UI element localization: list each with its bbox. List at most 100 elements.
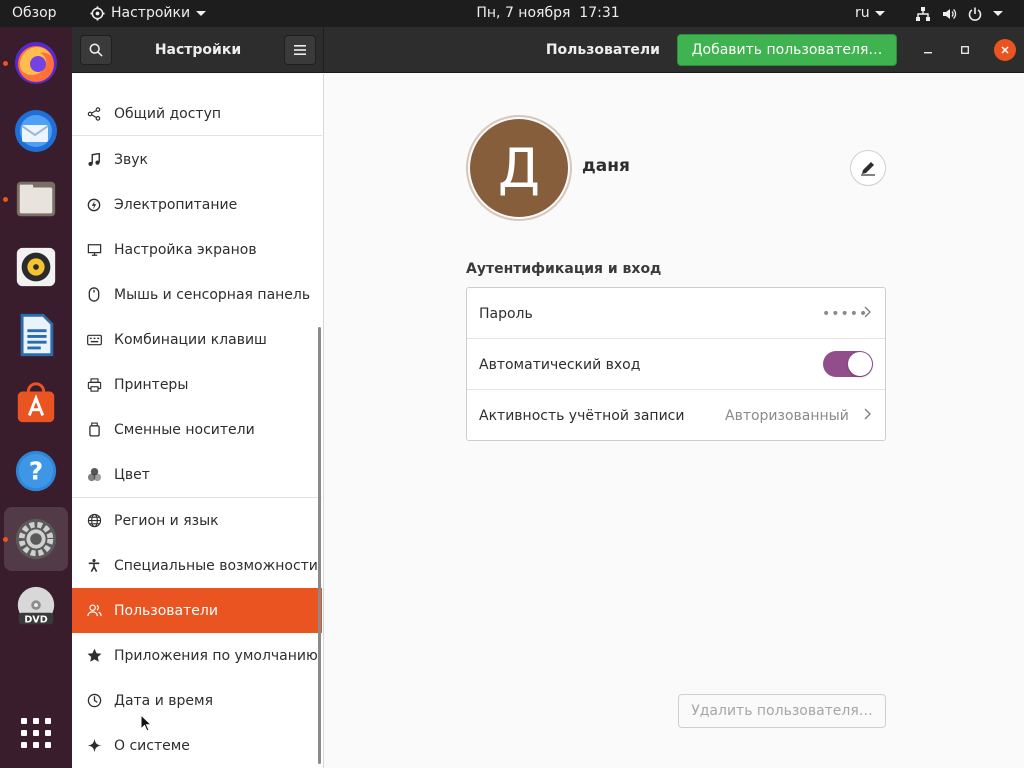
sidebar-item-label: Цвет — [114, 466, 150, 483]
chevron-right-icon — [864, 408, 871, 424]
system-menu[interactable] — [915, 0, 1003, 27]
star-icon — [86, 648, 102, 664]
sidebar-item-power[interactable]: Электропитание — [72, 182, 322, 227]
mouse-pointer-icon — [140, 714, 152, 732]
dock-writer[interactable] — [4, 303, 68, 367]
sidebar-item-color[interactable]: Цвет — [72, 452, 322, 497]
sidebar-item-label: Принтеры — [114, 376, 189, 393]
account-activity-row[interactable]: Активность учётной записи Авторизованный — [467, 390, 885, 441]
remove-user-button[interactable]: Удалить пользователя… — [678, 694, 886, 728]
dvd-icon: DVD — [17, 586, 55, 625]
avatar-button[interactable]: Д — [466, 115, 572, 221]
sidebar-item-region[interactable]: Регион и язык — [72, 498, 322, 543]
maximize-icon — [961, 46, 969, 54]
rhythmbox-icon — [16, 247, 56, 287]
sidebar-item-sharing[interactable]: Общий доступ — [72, 91, 322, 136]
maximize-button[interactable] — [954, 39, 976, 61]
sidebar-item-keyboard[interactable]: Комбинации клавиш — [72, 317, 322, 362]
ubuntu-software-icon — [17, 382, 55, 423]
power-icon — [86, 197, 102, 213]
close-button[interactable] — [994, 39, 1016, 61]
running-indicator — [3, 197, 8, 202]
close-icon — [1001, 46, 1009, 54]
sidebar-item-users[interactable]: Пользователи — [72, 588, 322, 633]
mouse-icon — [86, 287, 102, 303]
users-panel: Д даня Аутентификация и вход Пароль ••••… — [325, 74, 1024, 768]
sidebar-item-label: Мышь и сенсорная панель — [114, 286, 311, 303]
dock-rhythmbox[interactable] — [4, 235, 68, 299]
minimize-button[interactable] — [917, 39, 939, 61]
dock-dvd[interactable]: DVD — [4, 575, 68, 639]
users-icon — [86, 603, 102, 619]
dock-show-apps[interactable] — [4, 701, 68, 765]
dock-thunderbird[interactable] — [4, 99, 68, 163]
sidebar-item-date-time[interactable]: Дата и время — [72, 678, 322, 723]
avatar-letter: Д — [497, 136, 541, 200]
chevron-right-icon — [864, 306, 871, 322]
svg-text:?: ? — [29, 457, 43, 486]
sidebar-item-sound[interactable]: Звук — [72, 137, 322, 182]
dock-files[interactable] — [4, 167, 68, 231]
chevron-down-icon — [874, 11, 885, 16]
pencil-icon — [861, 162, 875, 176]
password-row[interactable]: Пароль ••••• — [467, 288, 885, 339]
keyboard-icon — [86, 332, 102, 348]
sparkle-icon — [86, 738, 102, 754]
running-indicator — [3, 61, 8, 66]
sidebar-scrollbar[interactable] — [318, 327, 321, 764]
account-activity-value: Авторизованный — [725, 407, 849, 424]
sidebar-item-label: Регион и язык — [114, 512, 219, 529]
add-user-button[interactable]: Добавить пользователя… — [677, 34, 897, 66]
dock-firefox[interactable] — [4, 31, 68, 95]
autologin-label: Автоматический вход — [479, 356, 641, 373]
color-icon — [86, 467, 102, 483]
settings-window: Настройки Пользователи Добавить пользова… — [72, 27, 1024, 768]
svg-text:DVD: DVD — [24, 614, 47, 625]
files-icon — [16, 181, 56, 217]
share-icon — [86, 106, 102, 122]
sidebar-item-printers[interactable]: Принтеры — [72, 362, 322, 407]
display-icon — [86, 242, 102, 258]
input-source-label: ru — [855, 5, 870, 21]
settings-icon — [15, 518, 57, 560]
autologin-toggle[interactable] — [823, 351, 873, 377]
sidebar-item-removable-media[interactable]: Сменные носители — [72, 407, 322, 452]
edit-name-button[interactable] — [850, 150, 886, 186]
sidebar-item-label: О системе — [114, 737, 190, 754]
dock-help[interactable]: ? — [4, 439, 68, 503]
sidebar-item-label: Настройка экранов — [114, 241, 257, 258]
sidebar-item-label: Общий доступ — [114, 105, 222, 122]
sidebar-item-label: Приложения по умолчанию — [114, 647, 318, 664]
sidebar-item-mouse[interactable]: Мышь и сенсорная панель — [72, 272, 322, 317]
minimize-icon — [924, 52, 932, 54]
toggle-knob — [848, 352, 872, 376]
auth-section-heading: Аутентификация и вход — [466, 261, 662, 277]
clock[interactable]: Пн, 7 ноября 17:31 — [476, 0, 619, 27]
sidebar-item-about[interactable]: О системе — [72, 723, 322, 768]
account-activity-label: Активность учётной записи — [479, 407, 685, 424]
page-title: Пользователи — [545, 42, 660, 58]
dock-software[interactable] — [4, 371, 68, 435]
volume-icon — [943, 8, 957, 19]
sidebar-item-label: Сменные носители — [114, 421, 255, 438]
sidebar-item-label: Звук — [114, 151, 148, 168]
help-icon: ? — [15, 450, 57, 492]
sidebar-item-default-apps[interactable]: Приложения по умолчанию — [72, 633, 322, 678]
power-icon — [968, 7, 982, 21]
settings-sidebar: Общий доступ Звук Электропитание Настрой… — [72, 74, 324, 768]
firefox-icon — [15, 42, 57, 84]
globe-icon — [86, 513, 102, 529]
sidebar-item-label: Электропитание — [114, 196, 238, 213]
sidebar-item-displays[interactable]: Настройка экранов — [72, 227, 322, 272]
auth-list: Пароль ••••• Автоматический вход Активно… — [466, 287, 886, 441]
clock-icon — [86, 693, 102, 709]
dock-settings[interactable] — [4, 507, 68, 571]
top-bar: Обзор Настройки Пн, 7 ноября 17:31 ru — [0, 0, 1024, 27]
removable-media-icon — [86, 422, 102, 438]
sidebar-item-accessibility[interactable]: Специальные возможности — [72, 543, 322, 588]
sidebar-item-label: Дата и время — [114, 692, 213, 709]
avatar: Д — [470, 119, 568, 217]
input-source-menu[interactable]: ru — [855, 0, 885, 27]
show-apps-icon — [21, 718, 51, 748]
user-name: даня — [582, 156, 630, 176]
